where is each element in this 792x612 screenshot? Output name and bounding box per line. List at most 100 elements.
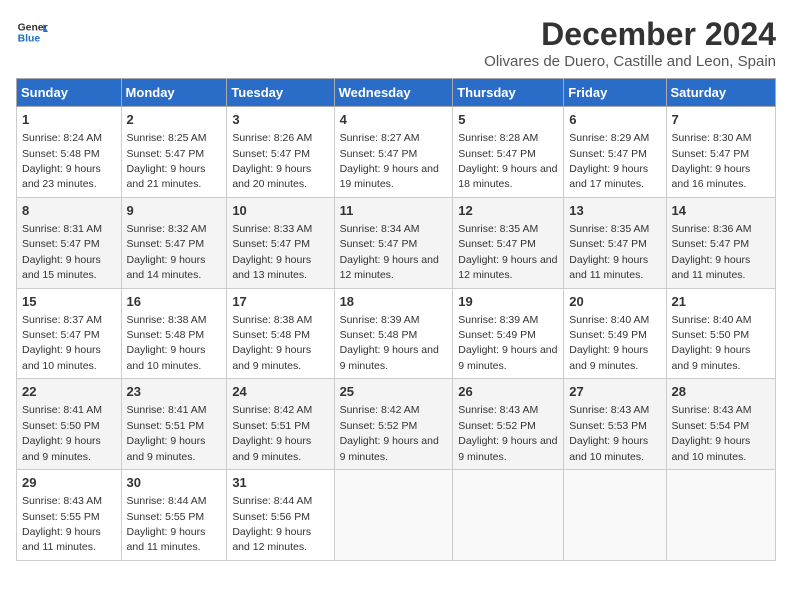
calendar-cell: 11 Sunrise: 8:34 AMSunset: 5:47 PMDayligh… bbox=[334, 197, 453, 288]
col-header-saturday: Saturday bbox=[666, 79, 775, 107]
calendar-table: SundayMondayTuesdayWednesdayThursdayFrid… bbox=[16, 78, 776, 561]
day-number: 14 bbox=[672, 202, 770, 220]
calendar-header: SundayMondayTuesdayWednesdayThursdayFrid… bbox=[17, 79, 776, 107]
day-number: 10 bbox=[232, 202, 328, 220]
calendar-cell: 27 Sunrise: 8:43 AMSunset: 5:53 PMDayligh… bbox=[564, 379, 666, 470]
calendar-cell: 29 Sunrise: 8:43 AMSunset: 5:55 PMDayligh… bbox=[17, 470, 122, 561]
day-info: Sunrise: 8:31 AMSunset: 5:47 PMDaylight:… bbox=[22, 223, 102, 281]
day-number: 2 bbox=[127, 111, 222, 129]
calendar-cell: 13 Sunrise: 8:35 AMSunset: 5:47 PMDayligh… bbox=[564, 197, 666, 288]
day-info: Sunrise: 8:44 AMSunset: 5:56 PMDaylight:… bbox=[232, 495, 312, 553]
day-number: 3 bbox=[232, 111, 328, 129]
day-info: Sunrise: 8:24 AMSunset: 5:48 PMDaylight:… bbox=[22, 132, 102, 190]
calendar-cell: 28Sunrise: 8:43 AMSunset: 5:54 PMDayligh… bbox=[666, 379, 775, 470]
calendar-cell: 24Sunrise: 8:42 AMSunset: 5:51 PMDayligh… bbox=[227, 379, 334, 470]
calendar-cell: 2 Sunrise: 8:25 AMSunset: 5:47 PMDaylight… bbox=[121, 107, 227, 198]
col-header-tuesday: Tuesday bbox=[227, 79, 334, 107]
calendar-cell: 16Sunrise: 8:38 AMSunset: 5:48 PMDayligh… bbox=[121, 288, 227, 379]
day-number: 31 bbox=[232, 474, 328, 492]
col-header-thursday: Thursday bbox=[453, 79, 564, 107]
day-number: 9 bbox=[127, 202, 222, 220]
calendar-cell: 5 Sunrise: 8:28 AMSunset: 5:47 PMDaylight… bbox=[453, 107, 564, 198]
day-info: Sunrise: 8:37 AMSunset: 5:47 PMDaylight:… bbox=[22, 314, 102, 372]
calendar-cell bbox=[334, 470, 453, 561]
day-info: Sunrise: 8:35 AMSunset: 5:47 PMDaylight:… bbox=[569, 223, 649, 281]
day-info: Sunrise: 8:30 AMSunset: 5:47 PMDaylight:… bbox=[672, 132, 752, 190]
day-number: 25 bbox=[340, 383, 448, 401]
calendar-week-2: 8 Sunrise: 8:31 AMSunset: 5:47 PMDaylight… bbox=[17, 197, 776, 288]
day-number: 12 bbox=[458, 202, 558, 220]
day-number: 27 bbox=[569, 383, 660, 401]
calendar-cell: 17 Sunrise: 8:38 AMSunset: 5:48 PMDayligh… bbox=[227, 288, 334, 379]
day-info: Sunrise: 8:43 AMSunset: 5:53 PMDaylight:… bbox=[569, 404, 649, 462]
day-info: Sunrise: 8:38 AMSunset: 5:48 PMDaylight:… bbox=[127, 314, 207, 372]
calendar-cell bbox=[564, 470, 666, 561]
day-info: Sunrise: 8:25 AMSunset: 5:47 PMDaylight:… bbox=[127, 132, 207, 190]
day-number: 17 bbox=[232, 293, 328, 311]
day-number: 5 bbox=[458, 111, 558, 129]
day-number: 20 bbox=[569, 293, 660, 311]
calendar-cell: 20 Sunrise: 8:40 AMSunset: 5:49 PMDayligh… bbox=[564, 288, 666, 379]
day-number: 21 bbox=[672, 293, 770, 311]
day-info: Sunrise: 8:40 AMSunset: 5:49 PMDaylight:… bbox=[569, 314, 649, 372]
calendar-cell: 18 Sunrise: 8:39 AMSunset: 5:48 PMDayligh… bbox=[334, 288, 453, 379]
day-number: 29 bbox=[22, 474, 116, 492]
day-info: Sunrise: 8:38 AMSunset: 5:48 PMDaylight:… bbox=[232, 314, 312, 372]
calendar-cell: 12 Sunrise: 8:35 AMSunset: 5:47 PMDayligh… bbox=[453, 197, 564, 288]
col-header-wednesday: Wednesday bbox=[334, 79, 453, 107]
day-number: 22 bbox=[22, 383, 116, 401]
day-info: Sunrise: 8:33 AMSunset: 5:47 PMDaylight:… bbox=[232, 223, 312, 281]
calendar-body: 1 Sunrise: 8:24 AMSunset: 5:48 PMDaylight… bbox=[17, 107, 776, 561]
day-number: 6 bbox=[569, 111, 660, 129]
calendar-cell: 4Sunrise: 8:27 AMSunset: 5:47 PMDaylight… bbox=[334, 107, 453, 198]
calendar-cell bbox=[666, 470, 775, 561]
calendar-cell: 19Sunrise: 8:39 AMSunset: 5:49 PMDayligh… bbox=[453, 288, 564, 379]
calendar-week-3: 15Sunrise: 8:37 AMSunset: 5:47 PMDayligh… bbox=[17, 288, 776, 379]
logo: General Blue bbox=[16, 16, 48, 48]
day-info: Sunrise: 8:28 AMSunset: 5:47 PMDaylight:… bbox=[458, 132, 557, 190]
calendar-cell: 22 Sunrise: 8:41 AMSunset: 5:50 PMDayligh… bbox=[17, 379, 122, 470]
calendar-cell: 15Sunrise: 8:37 AMSunset: 5:47 PMDayligh… bbox=[17, 288, 122, 379]
day-info: Sunrise: 8:42 AMSunset: 5:51 PMDaylight:… bbox=[232, 404, 312, 462]
day-number: 18 bbox=[340, 293, 448, 311]
day-info: Sunrise: 8:42 AMSunset: 5:52 PMDaylight:… bbox=[340, 404, 439, 462]
svg-text:Blue: Blue bbox=[18, 34, 41, 45]
day-info: Sunrise: 8:40 AMSunset: 5:50 PMDaylight:… bbox=[672, 314, 752, 372]
calendar-cell: 14Sunrise: 8:36 AMSunset: 5:47 PMDayligh… bbox=[666, 197, 775, 288]
day-info: Sunrise: 8:44 AMSunset: 5:55 PMDaylight:… bbox=[127, 495, 207, 553]
calendar-week-5: 29 Sunrise: 8:43 AMSunset: 5:55 PMDayligh… bbox=[17, 470, 776, 561]
col-header-sunday: Sunday bbox=[17, 79, 122, 107]
logo-icon: General Blue bbox=[16, 16, 48, 48]
day-number: 1 bbox=[22, 111, 116, 129]
day-info: Sunrise: 8:43 AMSunset: 5:55 PMDaylight:… bbox=[22, 495, 102, 553]
day-info: Sunrise: 8:39 AMSunset: 5:48 PMDaylight:… bbox=[340, 314, 439, 372]
day-number: 7 bbox=[672, 111, 770, 129]
page-header: General Blue December 2024 Olivares de D… bbox=[16, 16, 776, 70]
calendar-cell: 1 Sunrise: 8:24 AMSunset: 5:48 PMDaylight… bbox=[17, 107, 122, 198]
day-info: Sunrise: 8:32 AMSunset: 5:47 PMDaylight:… bbox=[127, 223, 207, 281]
calendar-week-4: 22 Sunrise: 8:41 AMSunset: 5:50 PMDayligh… bbox=[17, 379, 776, 470]
day-info: Sunrise: 8:41 AMSunset: 5:50 PMDaylight:… bbox=[22, 404, 102, 462]
calendar-cell: 10 Sunrise: 8:33 AMSunset: 5:47 PMDayligh… bbox=[227, 197, 334, 288]
day-number: 28 bbox=[672, 383, 770, 401]
calendar-week-1: 1 Sunrise: 8:24 AMSunset: 5:48 PMDaylight… bbox=[17, 107, 776, 198]
day-number: 26 bbox=[458, 383, 558, 401]
calendar-cell: 9 Sunrise: 8:32 AMSunset: 5:47 PMDaylight… bbox=[121, 197, 227, 288]
calendar-cell: 26 Sunrise: 8:43 AMSunset: 5:52 PMDayligh… bbox=[453, 379, 564, 470]
day-number: 11 bbox=[340, 202, 448, 220]
calendar-cell: 6Sunrise: 8:29 AMSunset: 5:47 PMDaylight… bbox=[564, 107, 666, 198]
day-info: Sunrise: 8:35 AMSunset: 5:47 PMDaylight:… bbox=[458, 223, 557, 281]
day-info: Sunrise: 8:26 AMSunset: 5:47 PMDaylight:… bbox=[232, 132, 312, 190]
location-title: Olivares de Duero, Castille and Leon, Sp… bbox=[484, 53, 776, 70]
day-number: 8 bbox=[22, 202, 116, 220]
calendar-cell: 23Sunrise: 8:41 AMSunset: 5:51 PMDayligh… bbox=[121, 379, 227, 470]
day-info: Sunrise: 8:34 AMSunset: 5:47 PMDaylight:… bbox=[340, 223, 439, 281]
day-info: Sunrise: 8:43 AMSunset: 5:52 PMDaylight:… bbox=[458, 404, 557, 462]
day-number: 13 bbox=[569, 202, 660, 220]
calendar-cell: 7 Sunrise: 8:30 AMSunset: 5:47 PMDaylight… bbox=[666, 107, 775, 198]
calendar-cell: 31 Sunrise: 8:44 AMSunset: 5:56 PMDayligh… bbox=[227, 470, 334, 561]
calendar-cell: 30 Sunrise: 8:44 AMSunset: 5:55 PMDayligh… bbox=[121, 470, 227, 561]
day-number: 30 bbox=[127, 474, 222, 492]
calendar-cell: 21 Sunrise: 8:40 AMSunset: 5:50 PMDayligh… bbox=[666, 288, 775, 379]
calendar-cell bbox=[453, 470, 564, 561]
